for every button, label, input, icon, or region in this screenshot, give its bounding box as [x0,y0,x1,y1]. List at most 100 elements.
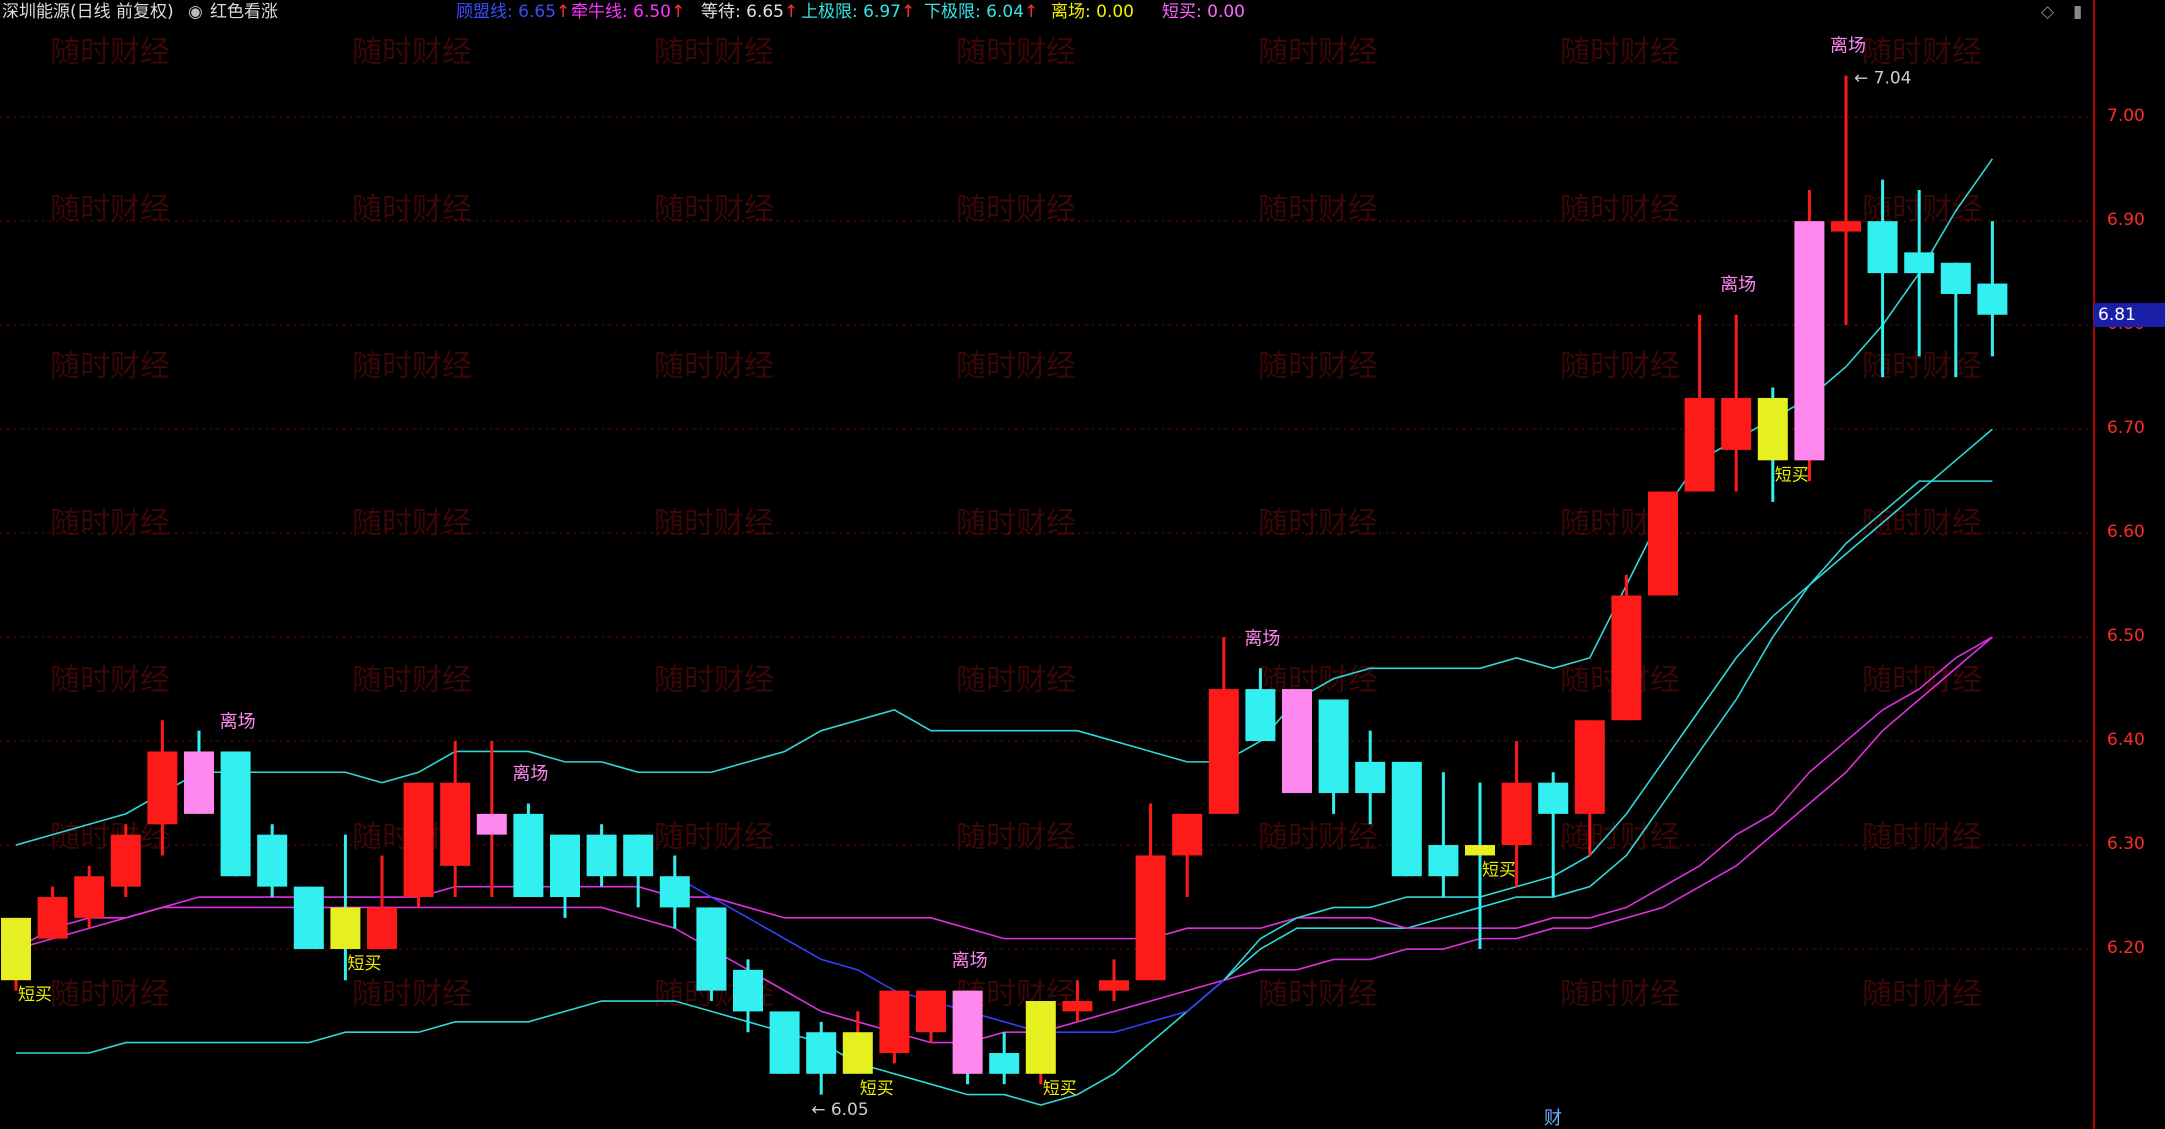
watermark-text: 随时财经 [50,663,170,698]
watermark-text: 随时财经 [1258,820,1378,855]
watermark-text: 随时财经 [956,663,1076,698]
watermark-text: 随时财经 [1862,506,1982,541]
candle-body [916,990,946,1033]
candle-body [184,751,214,814]
candle-body [659,876,690,908]
candle-body [1721,397,1752,450]
candle-body [1757,397,1788,461]
candle-body [1172,813,1203,856]
watermark-text: 随时财经 [1560,977,1680,1012]
watermark-text: 随时财经 [654,192,774,227]
price-tick: 6.40 [2107,730,2145,751]
buy-label: 短买 [1775,465,1809,485]
buy-label: 短买 [1482,860,1516,880]
watermark-text: 随时财经 [956,35,1076,70]
watermark-text: 随时财经 [1560,349,1680,384]
candle-body [440,782,471,866]
watermark-text: 随时财经 [956,349,1076,384]
watermark-text: 随时财经 [956,192,1076,227]
exit-label: 离场 [952,951,988,972]
candle-body [1684,397,1715,492]
candle-body [1208,689,1239,814]
candle-body [1355,761,1386,794]
candle-body [1465,845,1495,856]
current-price-label: 6.81 [2094,302,2165,327]
candle-body [1794,221,1825,461]
watermark-text: 随时财经 [956,820,1076,855]
candlestick-chart[interactable]: 随时财经 随时财经 随时财经 随时财经 随时财经 随时财经 随时财经随时财经 随时财经 随时财经… [0,0,2093,1129]
watermark-text: 随时财经 [1862,663,1982,698]
exit-label: 离场 [1720,275,1756,296]
high-price-label: ← 7.04 [1854,69,1912,89]
candle-body [1391,761,1422,877]
candle-body [1245,689,1276,742]
watermark-text: 随时财经 [352,349,472,384]
candle-body [1099,980,1129,991]
candle-body [1904,252,1935,274]
candle-body [220,751,251,877]
watermark-text: 随时财经 [1560,192,1680,227]
candle-body [1501,782,1532,846]
price-axis: 7.006.906.806.706.606.506.406.306.20 [2093,0,2165,1129]
candle-body [1318,699,1349,794]
candle-body [550,834,580,898]
exit-label: 离场 [1830,36,1866,57]
watermark-text: 随时财经 [654,506,774,541]
watermark-text: 随时财经 [352,977,472,1012]
candle-body [37,897,68,939]
price-tick: 6.50 [2107,626,2145,647]
candle-body [733,969,763,1012]
candle-body [476,813,507,835]
watermark-text: 随时财经 [654,35,774,70]
candle-body [1574,720,1605,814]
watermark-text: 随时财经 [352,192,472,227]
candle-body [330,907,361,950]
watermark-text: 随时财经 [1258,977,1378,1012]
watermark-text: 随时财经 [352,506,472,541]
candle-body [293,886,324,950]
buy-label: 短买 [860,1079,894,1099]
watermark-text: 随时财经 [50,35,170,70]
watermark-text: 随时财经 [1862,35,1982,70]
watermark-text: 随时财经 [50,506,170,541]
candle-body [879,990,910,1054]
candle-body [513,813,544,898]
candle-body [1867,221,1898,274]
candle-body [1025,1001,1056,1074]
candle-body [1062,1001,1093,1012]
candle-body [1648,491,1678,596]
price-tick: 6.70 [2107,418,2145,439]
watermark-text: 随时财经 [1862,820,1982,855]
candle-body [367,907,397,950]
watermark-text: 随时财经 [352,663,472,698]
watermark-text: 随时财经 [50,820,170,855]
watermark-text: 随时财经 [1862,977,1982,1012]
buy-label: 短买 [347,954,381,974]
candle-body [110,834,141,887]
candle-body [1135,855,1166,981]
watermark-text: 随时财经 [1862,349,1982,384]
watermark-text: 随时财经 [1258,506,1378,541]
candle-body [1977,283,2008,315]
candle-body [74,876,105,918]
exit-label: 离场 [220,711,256,732]
exit-label: 离场 [512,763,548,784]
candle-body [1831,221,1861,232]
watermark-text: 随时财经 [50,192,170,227]
buy-label: 短买 [18,985,52,1005]
candle-body [623,834,654,877]
price-tick: 6.90 [2107,210,2145,231]
low-price-label: ← 6.05 [811,1100,869,1120]
watermark-text: 随时财经 [654,349,774,384]
watermark-text: 随时财经 [352,35,472,70]
watermark-text: 随时财经 [654,820,774,855]
watermark-text: 随时财经 [50,977,170,1012]
price-tick: 7.00 [2107,106,2145,127]
candle-body [952,990,983,1074]
price-tick: 6.20 [2107,938,2145,959]
candle-body [403,782,434,898]
candle-body [147,751,178,825]
candle-body [1282,689,1312,794]
candle-body [842,1032,873,1074]
watermark-text: 随时财经 [1560,820,1680,855]
